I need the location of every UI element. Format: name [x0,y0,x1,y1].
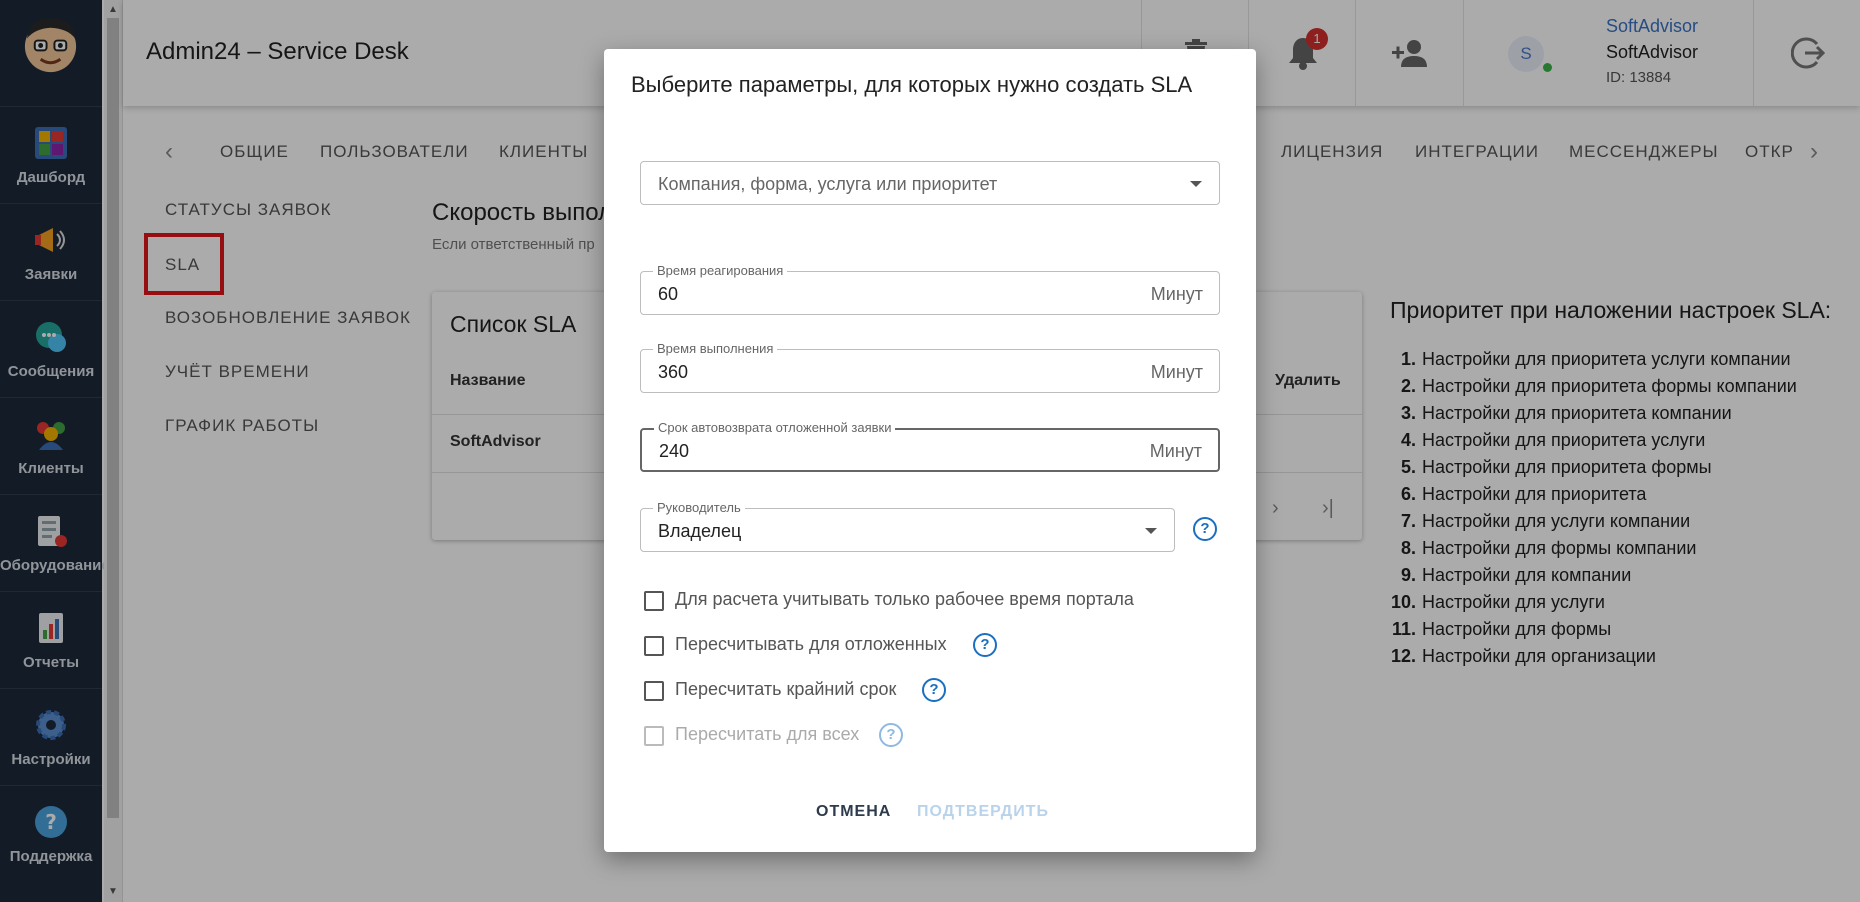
field-label: Руководитель [653,500,745,515]
field-value: 240 [659,441,690,461]
cancel-button[interactable]: Отмена [816,803,891,821]
field-value: 60 [658,284,679,304]
field-label: Время выполнения [653,341,778,356]
create-sla-dialog: Выберите параметры, для которых нужно со… [604,49,1256,852]
execution-time-field[interactable]: Время выполнения 360 Минут [640,341,1220,393]
recalc-deadline-help-icon[interactable]: ? [922,678,946,702]
recalc-postponed-help-icon[interactable]: ? [973,633,997,657]
checkbox[interactable] [644,591,664,611]
field-value: Владелец [658,521,742,541]
field-label: Срок автовозврата отложенной заявки [654,420,896,435]
checkbox[interactable] [644,681,664,701]
checkbox-label: Пересчитать крайний срок [675,679,897,699]
dialog-title: Выберите параметры, для которых нужно со… [631,72,1193,97]
recalc-all-help-icon: ? [879,723,903,747]
checkbox-label: Для расчета учитывать только рабочее вре… [675,589,1134,609]
confirm-button: Подтвердить [917,803,1049,820]
manager-select[interactable]: Руководитель Владелец [640,500,1175,552]
field-unit: Минут [1149,441,1202,461]
manager-help-icon[interactable]: ? [1193,517,1217,541]
checkbox [644,726,664,746]
select-placeholder: Компания, форма, услуга или приоритет [658,174,998,194]
checkbox-label: Пересчитать для всех [675,724,860,744]
reaction-time-field[interactable]: Время реагирования 60 Минут [640,263,1220,315]
chevron-down-icon [1190,181,1202,187]
sla-target-select[interactable]: Компания, форма, услуга или приоритет [640,161,1220,205]
autoreturn-time-field[interactable]: Срок автовозврата отложенной заявки 240 … [640,420,1220,472]
chevron-down-icon [1145,528,1157,534]
field-value: 360 [658,362,689,382]
field-unit: Минут [1150,284,1203,304]
field-label: Время реагирования [653,263,788,278]
checkbox-label: Пересчитывать для отложенных [675,634,947,654]
field-unit: Минут [1150,362,1203,382]
checkbox[interactable] [644,636,664,656]
